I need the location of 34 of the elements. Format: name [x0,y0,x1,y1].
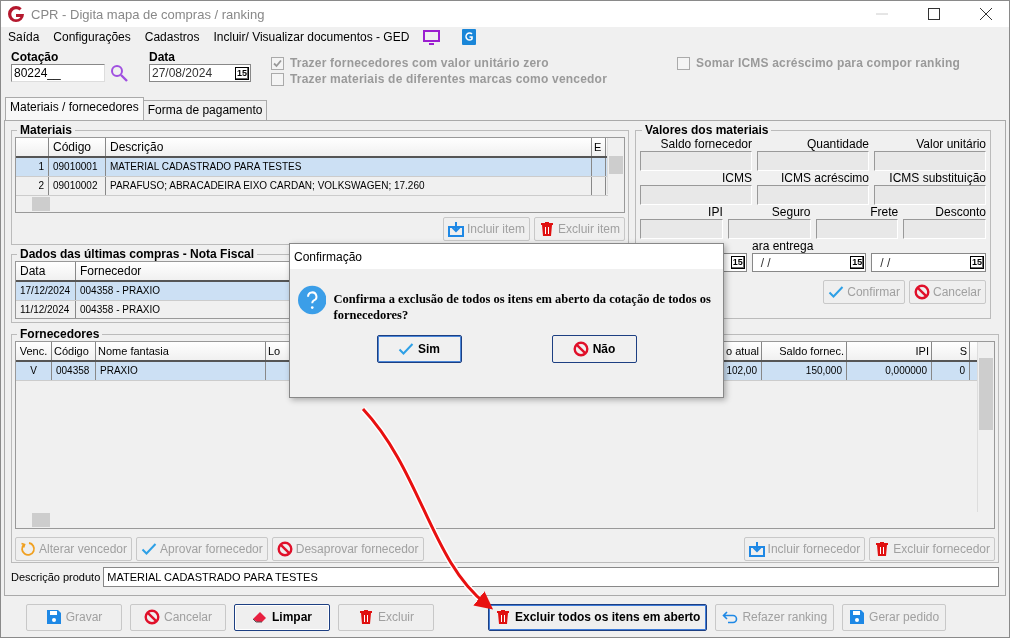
field-label: IPI [707,205,723,219]
field-label: ICMS acréscimo [780,171,869,185]
field-label: ara entrega [752,239,815,253]
field-label: ICMS [721,171,752,185]
column-header: Descrição [106,138,592,156]
field-label: Quantidade [805,137,869,151]
field-label: Frete [869,205,899,219]
column-header: Código [52,342,96,360]
checkbox-label: Trazer fornecedores com valor unitário zero [290,56,549,70]
group-title: Materiais [19,123,74,137]
group-title: Fornecedores [19,327,101,341]
field-label: Desconto [934,205,986,219]
column-header: Venc. [16,342,52,360]
column-header: Data [16,262,76,280]
group-title: Valores dos materiais [644,123,770,137]
field-label: Saldo fornecedor [659,137,752,151]
column-header: Código [49,138,106,156]
group-title: Dados das últimas compras - Nota Fiscal [19,247,256,261]
window-title: CPR - Digita mapa de compras / ranking [31,6,265,22]
column-header: E [592,138,606,156]
column-header: IPI [847,342,932,360]
checkbox-label: Somar ICMS acréscimo para compor ranking [696,56,961,70]
dialog-title: Confirmação [294,249,363,264]
field-label: Data [149,51,175,64]
checkbox-label: Trazer materiais de diferentes marcas como vencedor [290,72,607,86]
column-header: S [932,342,970,360]
field-label: Cotação [11,51,59,64]
column-header: Saldo fornec. [762,342,847,360]
field-label: Seguro [770,205,811,219]
dialog-message: Confirma a exclusão de todos os itens em aberto da cotação de todos os fornecedores? [333,291,712,323]
field-label: ICMS substituição [888,171,986,185]
column-header: Nome fantasia [96,342,266,360]
field-label: Valor unitário [915,137,986,151]
field-label: Descrição produto [11,571,101,583]
